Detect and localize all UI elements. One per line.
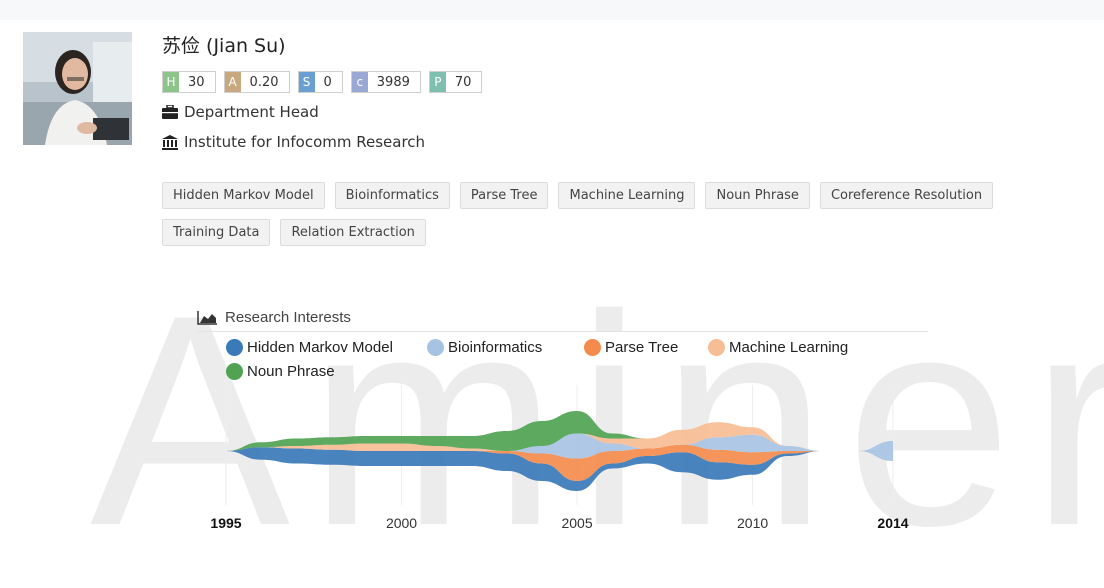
metric-papers[interactable]: P 70 [428, 71, 483, 93]
chart-title: Research Interests [225, 309, 351, 326]
profile-name: 苏俭 (Jian Su) [162, 35, 286, 57]
metric-h-index[interactable]: H 30 [162, 71, 216, 93]
metric-key: P [429, 72, 446, 92]
tag-relation-extraction[interactable]: Relation Extraction [280, 219, 426, 246]
tag-hidden-markov-model[interactable]: Hidden Markov Model [162, 182, 325, 209]
legend-swatch [226, 363, 243, 380]
metric-value: 70 [445, 72, 482, 92]
legend-item-hidden-markov-model[interactable]: Hidden Markov Model [226, 339, 393, 356]
metric-key: A [224, 72, 241, 92]
briefcase-icon [162, 105, 178, 119]
tag-training-data[interactable]: Training Data [162, 219, 271, 246]
legend-item-bioinformatics[interactable]: Bioinformatics [427, 339, 542, 356]
x-tick-label: 2014 [877, 515, 908, 531]
chart-heading: Research Interests [197, 309, 351, 326]
metric-key: c [351, 72, 368, 92]
affiliation-text[interactable]: Institute for Infocomm Research [184, 133, 425, 151]
metric-sociability[interactable]: S 0 [297, 71, 343, 93]
legend-label: Noun Phrase [247, 363, 335, 380]
legend-swatch [708, 339, 725, 356]
x-tick-label: 2005 [561, 515, 592, 531]
tag-bioinformatics[interactable]: Bioinformatics [334, 182, 450, 209]
legend-item-parse-tree[interactable]: Parse Tree [584, 339, 678, 356]
chart-divider [197, 331, 928, 332]
top-bar [0, 0, 1104, 20]
legend-swatch [427, 339, 444, 356]
streamgraph: 1995 2000 2005 2010 2014 [210, 385, 909, 531]
metric-key: S [298, 72, 315, 92]
metric-key: H [163, 72, 179, 92]
x-tick-label: 2010 [737, 515, 768, 531]
tag-parse-tree[interactable]: Parse Tree [459, 182, 549, 209]
metric-value: 30 [179, 72, 215, 92]
research-tags: Hidden Markov Model Bioinformatics Parse… [162, 182, 1104, 246]
metric-citations[interactable]: c 3989 [350, 71, 421, 93]
metric-value: 3989 [367, 72, 420, 92]
legend-label: Machine Learning [729, 339, 849, 356]
legend-swatch [226, 339, 243, 356]
position-text: Department Head [184, 103, 319, 121]
tag-coreference-resolution[interactable]: Coreference Resolution [819, 182, 994, 209]
affiliation-row: Institute for Infocomm Research [162, 133, 425, 151]
metric-activity[interactable]: A 0.20 [223, 71, 290, 93]
position-row: Department Head [162, 103, 319, 121]
x-tick-label: 2000 [386, 515, 417, 531]
metric-badges: H 30 A 0.20 S 0 c 3989 P 70 [162, 71, 483, 93]
x-tick-label: 1995 [210, 515, 241, 531]
legend-item-machine-learning[interactable]: Machine Learning [708, 339, 848, 356]
institution-icon [162, 134, 178, 150]
tag-machine-learning[interactable]: Machine Learning [558, 182, 696, 209]
legend-swatch [584, 339, 601, 356]
tag-noun-phrase[interactable]: Noun Phrase [705, 182, 810, 209]
avatar[interactable] [23, 32, 132, 145]
metric-value: 0.20 [240, 72, 289, 92]
legend-label: Bioinformatics [448, 339, 543, 356]
area-chart-icon [197, 310, 217, 325]
legend-item-noun-phrase[interactable]: Noun Phrase [226, 363, 335, 380]
legend-label: Parse Tree [605, 339, 679, 356]
metric-value: 0 [314, 72, 342, 92]
legend-label: Hidden Markov Model [247, 339, 393, 356]
